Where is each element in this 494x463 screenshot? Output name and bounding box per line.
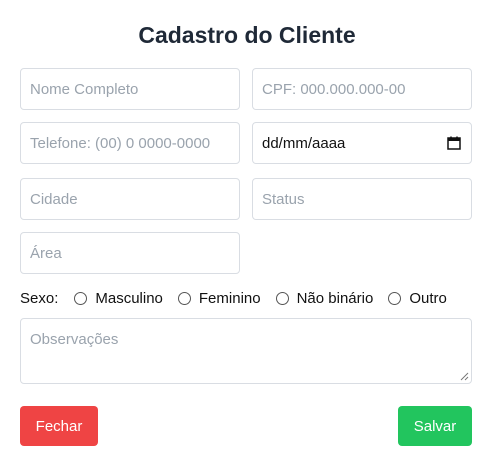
page-title: Cadastro do Cliente (138, 22, 356, 48)
cpf-field[interactable]: CPF: 000.000.000-00 (252, 68, 472, 110)
resize-handle-icon[interactable] (460, 372, 469, 381)
cpf-placeholder: CPF: 000.000.000-00 (262, 80, 406, 98)
observacoes-placeholder: Observações (30, 331, 119, 348)
status-placeholder: Status (262, 190, 305, 208)
radio-outro[interactable]: Outro (388, 290, 447, 307)
sexo-label: Sexo: (20, 289, 59, 307)
radio-masculino[interactable]: Masculino (74, 290, 163, 307)
radio-circle-icon[interactable] (177, 291, 191, 305)
cidade-field[interactable]: Cidade (20, 178, 240, 220)
observacoes-textarea[interactable]: Observações (20, 318, 472, 384)
calendar-icon[interactable] (447, 136, 461, 150)
telefone-placeholder: Telefone: (00) 0 0000-0000 (30, 134, 211, 152)
save-button[interactable]: Salvar (398, 406, 472, 446)
date-placeholder: dd/mm/aaaa (262, 134, 346, 152)
telefone-field[interactable]: Telefone: (00) 0 0000-0000 (20, 122, 240, 164)
area-field[interactable]: Área (20, 232, 240, 274)
radio-circle-icon[interactable] (74, 291, 88, 305)
radio-label: Não binário (296, 289, 374, 307)
radio-circle-icon[interactable] (388, 291, 402, 305)
radio-label: Masculino (95, 289, 163, 307)
sexo-radio-group: Sexo: Masculino Feminino Não binário Out… (20, 288, 447, 308)
date-field[interactable]: dd/mm/aaaa (252, 122, 472, 164)
radio-label: Feminino (198, 289, 261, 307)
nome-field[interactable]: Nome Completo (20, 68, 240, 110)
status-field[interactable]: Status (252, 178, 472, 220)
radio-label: Outro (409, 289, 447, 307)
radio-nao-binario[interactable]: Não binário (275, 289, 374, 307)
nome-placeholder: Nome Completo (30, 80, 139, 98)
close-button[interactable]: Fechar (20, 406, 98, 446)
area-placeholder: Área (30, 244, 62, 262)
radio-circle-icon[interactable] (275, 291, 289, 305)
radio-feminino[interactable]: Feminino (177, 289, 261, 307)
cidade-placeholder: Cidade (30, 190, 78, 208)
